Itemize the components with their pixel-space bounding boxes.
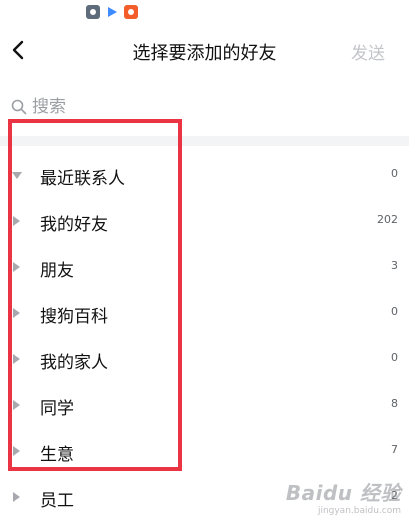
notification-icons	[86, 5, 138, 19]
group-count: 0	[391, 305, 398, 318]
send-button[interactable]: 发送	[351, 39, 385, 64]
group-count: 7	[391, 443, 398, 456]
group-name: 生意	[40, 445, 74, 465]
group-count: 0	[391, 351, 398, 364]
group-count: 0	[391, 167, 398, 180]
group-name: 朋友	[40, 261, 74, 281]
header: 选择要添加的好友 发送	[0, 26, 409, 76]
collapse-arrow-icon	[13, 492, 20, 502]
collapse-arrow-icon	[13, 400, 20, 410]
group-row-classmates[interactable]: 同学 8	[0, 382, 409, 428]
search-icon	[10, 98, 28, 116]
group-row-sogou-baike[interactable]: 搜狗百科 0	[0, 290, 409, 336]
watermark-logo: Baidu 经验	[285, 481, 401, 505]
group-name: 同学	[40, 399, 74, 419]
expand-arrow-icon	[12, 172, 22, 179]
group-name: 我的家人	[40, 353, 108, 373]
collapse-arrow-icon	[13, 446, 20, 456]
section-divider	[0, 136, 409, 146]
watermark-url: jingyan.baidu.com	[317, 506, 401, 516]
group-count: 202	[377, 213, 398, 226]
group-row-my-family[interactable]: 我的家人 0	[0, 336, 409, 382]
group-row-friends[interactable]: 朋友 3	[0, 244, 409, 290]
collapse-arrow-icon	[13, 216, 20, 226]
collapse-arrow-icon	[13, 354, 20, 364]
app-notification-icon	[86, 5, 100, 19]
group-name: 我的好友	[40, 215, 108, 235]
play-icon	[105, 5, 119, 19]
search-bar[interactable]	[10, 94, 232, 120]
watermark: Baidu 经验 jingyan.baidu.com	[286, 477, 401, 516]
app-notification-icon-orange	[124, 5, 138, 19]
group-name: 搜狗百科	[40, 307, 108, 327]
group-name: 员工	[40, 491, 74, 511]
collapse-arrow-icon	[13, 262, 20, 272]
status-bar	[0, 0, 409, 26]
group-count: 8	[391, 397, 398, 410]
group-row-recent-contacts[interactable]: 最近联系人 0	[0, 152, 409, 198]
group-count: 3	[391, 259, 398, 272]
page-title: 选择要添加的好友	[132, 43, 277, 64]
group-row-business[interactable]: 生意 7	[0, 428, 409, 474]
group-name: 最近联系人	[40, 169, 125, 189]
collapse-arrow-icon	[13, 308, 20, 318]
search-input[interactable]	[32, 97, 232, 117]
friend-group-list: 最近联系人 0 我的好友 202 朋友 3 搜狗百科 0 我的家人 0 同学 8…	[0, 152, 409, 520]
group-row-my-friends[interactable]: 我的好友 202	[0, 198, 409, 244]
